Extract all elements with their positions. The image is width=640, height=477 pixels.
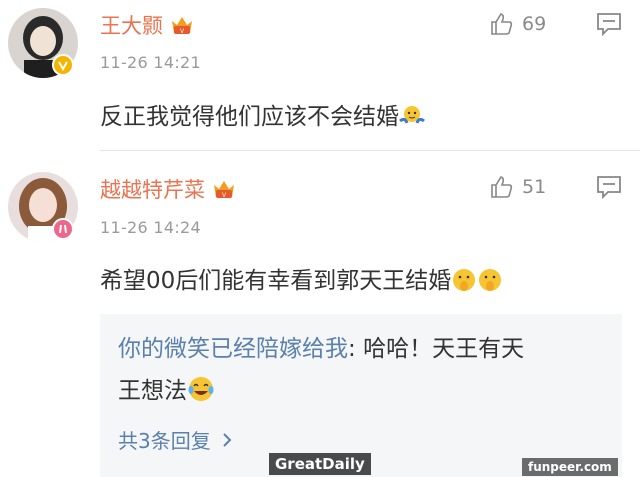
username-text[interactable]: 越越特芹菜	[100, 174, 205, 204]
pray-emoji	[451, 267, 477, 299]
bunny-badge	[52, 218, 74, 240]
comment-time: 11-26 14:24	[100, 218, 201, 237]
like-button[interactable]: 69	[490, 12, 546, 36]
username-text[interactable]: 王大颢	[100, 10, 163, 40]
comment-time: 11-26 14:21	[100, 53, 201, 72]
verified-badge	[52, 54, 74, 76]
laugh-cry-emoji	[187, 375, 215, 417]
reply-comment-icon[interactable]	[596, 12, 622, 37]
like-count: 51	[522, 176, 547, 198]
thumb-up-icon	[491, 176, 513, 198]
pray-emoji	[477, 267, 503, 299]
comment-text: 反正我觉得他们应该不会结婚	[100, 97, 425, 135]
comment-text-content: 反正我觉得他们应该不会结婚	[100, 104, 399, 130]
comment-text-content: 希望00后们能有幸看到郭天王结婚	[100, 268, 452, 294]
reply-text-line1: 哈哈！天王有天	[363, 336, 525, 362]
watermark-right: funpeer.com	[522, 458, 618, 476]
comment-item: 王大颢 V 11-26 14:21 反正我觉得他们应该不会结婚 69	[0, 0, 640, 150]
reply-comment-icon[interactable]	[596, 175, 622, 200]
like-button[interactable]: 51	[490, 175, 546, 199]
reply-text-line2: 王想法	[118, 378, 187, 404]
chevron-right-icon	[223, 432, 232, 447]
like-count: 69	[522, 13, 547, 35]
comment-item: 越越特芹菜 V 11-26 14:24 希望00后们能有幸看到郭天王结婚 51	[0, 163, 640, 314]
reply-item: 你的微笑已经陪嫁给我: 哈哈！天王有天 王想法	[118, 328, 604, 417]
watermark-left: GreatDaily	[269, 453, 371, 475]
thumb-up-icon	[491, 13, 513, 35]
vip-crown-icon: V	[211, 177, 237, 201]
vip-crown-icon: V	[169, 13, 195, 37]
username[interactable]: 王大颢 V	[100, 10, 195, 40]
more-replies-link[interactable]: 共3条回复	[118, 425, 604, 454]
reply-username[interactable]: 你的微笑已经陪嫁给我	[118, 336, 348, 362]
shrug-emoji	[399, 103, 425, 135]
comment-text: 希望00后们能有幸看到郭天王结婚	[100, 261, 503, 299]
reply-separator: :	[348, 336, 364, 362]
username[interactable]: 越越特芹菜 V	[100, 174, 237, 204]
divider	[100, 150, 640, 151]
more-replies-label[interactable]: 共3条回复	[118, 425, 211, 454]
